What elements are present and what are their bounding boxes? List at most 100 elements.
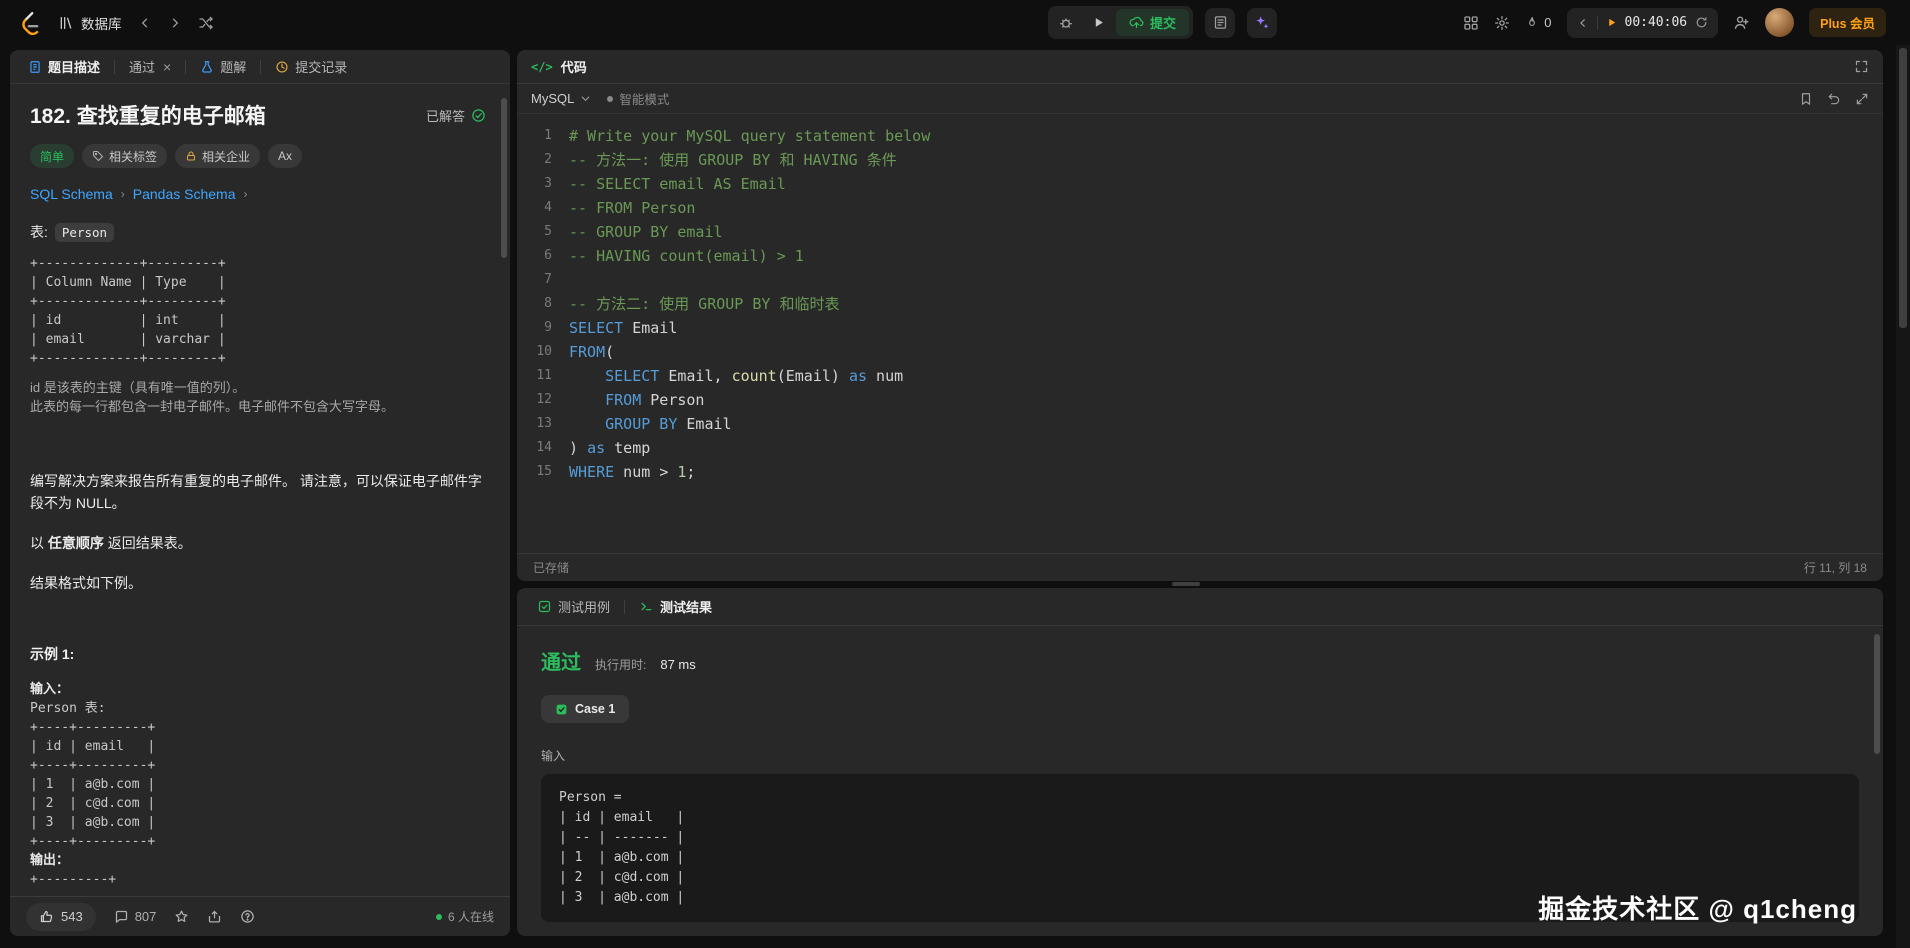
- comment-icon: [114, 909, 129, 924]
- page-scrollbar[interactable]: [1896, 0, 1910, 948]
- timer-divider: [1596, 15, 1598, 30]
- problem-scrollbar[interactable]: [501, 98, 507, 258]
- online-label: 6 人在线: [447, 910, 494, 924]
- submit-button[interactable]: 提交: [1116, 9, 1190, 36]
- code-line[interactable]: 4 -- FROM Person: [517, 196, 1883, 220]
- verdict-row: 通过 执行用时: 87 ms: [541, 646, 1859, 675]
- panel-resize-handle[interactable]: [1172, 582, 1200, 586]
- code-line[interactable]: 15 WHERE num > 1;: [517, 460, 1883, 484]
- tab-testcase[interactable]: 测试用例: [531, 597, 616, 616]
- case-1-button[interactable]: Case 1: [541, 695, 630, 723]
- invite-user-icon[interactable]: [1733, 14, 1750, 31]
- language-select[interactable]: MySQL: [531, 91, 591, 106]
- timer-widget[interactable]: 00:40:06: [1566, 7, 1719, 38]
- prev-question-icon[interactable]: [138, 16, 152, 30]
- result-panel-tabs: 测试用例 测试结果: [517, 588, 1883, 626]
- comments-button[interactable]: 807: [114, 909, 156, 924]
- plus-member-badge[interactable]: Plus 会员: [1809, 8, 1886, 37]
- code-line[interactable]: 12 FROM Person: [517, 388, 1883, 412]
- reset-code-icon[interactable]: [1827, 92, 1841, 106]
- smart-mode-toggle[interactable]: 智能模式: [607, 89, 669, 108]
- help-button[interactable]: [240, 909, 255, 924]
- gear-icon[interactable]: [1494, 15, 1510, 31]
- difficulty-badge[interactable]: 简单: [30, 144, 75, 168]
- share-icon: [207, 909, 222, 924]
- solved-status: 已解答: [426, 106, 486, 125]
- tab-description-label: 题目描述: [48, 60, 101, 75]
- tab-solution-label: 题解: [220, 60, 247, 75]
- avatar[interactable]: [1765, 8, 1795, 37]
- code-line[interactable]: 9 SELECT Email: [517, 316, 1883, 340]
- lock-icon: [185, 150, 197, 162]
- fullscreen-icon[interactable]: [1854, 59, 1869, 74]
- code-line[interactable]: 7: [517, 268, 1883, 292]
- tab-divider: [114, 59, 116, 74]
- timer-collapse-icon[interactable]: [1577, 17, 1589, 29]
- related-companies-button[interactable]: 相关企业: [175, 144, 261, 168]
- code-line[interactable]: 10 FROM(: [517, 340, 1883, 364]
- table-name-chip: Person: [54, 222, 115, 242]
- code-line[interactable]: 13 GROUP BY Email: [517, 412, 1883, 436]
- check-circle-icon: [471, 108, 486, 123]
- code-line[interactable]: 8 -- 方法二: 使用 GROUP BY 和临时表: [517, 292, 1883, 316]
- page-scrollbar-thumb[interactable]: [1899, 48, 1907, 328]
- code-line[interactable]: 6 -- HAVING count(email) > 1: [517, 244, 1883, 268]
- schema-note-1: id 是该表的主键（具有唯一值的列）。: [30, 380, 246, 395]
- online-count: 6 人在线: [435, 908, 494, 925]
- line-number: 9: [544, 320, 552, 335]
- leetcode-logo-icon[interactable]: [18, 11, 42, 35]
- flask-icon: [200, 60, 214, 74]
- problem-panel: 题目描述 通过 × 题解 提交记录 182. 查找重复的电子邮箱 已解答 简单 …: [10, 50, 510, 936]
- example-block: 输入： Person 表: +----+---------+ | id | em…: [30, 680, 486, 889]
- favorite-button[interactable]: [174, 909, 189, 924]
- pandas-schema-link[interactable]: Pandas Schema: [133, 186, 236, 202]
- tab-passed-result[interactable]: 通过 ×: [123, 57, 177, 76]
- code-lines: 1 # Write your MySQL query statement belo…: [517, 124, 1883, 484]
- code-line[interactable]: 2 -- 方法一: 使用 GROUP BY 和 HAVING 条件: [517, 148, 1883, 172]
- code-line[interactable]: 5 -- GROUP BY email: [517, 220, 1883, 244]
- timer-reset-icon[interactable]: [1695, 16, 1708, 29]
- desc2-prefix: 以: [30, 535, 48, 551]
- shuffle-icon[interactable]: [198, 15, 214, 31]
- maximize-editor-icon[interactable]: [1855, 92, 1869, 106]
- close-icon[interactable]: ×: [163, 59, 171, 75]
- desc2-suffix: 返回结果表。: [103, 535, 192, 551]
- result-scrollbar[interactable]: [1874, 634, 1880, 754]
- ai-assistant-button[interactable]: [1247, 7, 1278, 38]
- debug-button[interactable]: [1052, 10, 1080, 36]
- tab-submissions[interactable]: 提交记录: [269, 57, 353, 76]
- problem-list-button[interactable]: 数据库: [58, 13, 122, 33]
- timer-play-icon[interactable]: [1606, 17, 1617, 28]
- sql-schema-link[interactable]: SQL Schema: [30, 186, 113, 202]
- tab-test-result[interactable]: 测试结果: [633, 597, 718, 616]
- code-line[interactable]: 11 SELECT Email, count(Email) as num: [517, 364, 1883, 388]
- chevron-right-icon: ›: [243, 187, 248, 201]
- line-number: 10: [536, 344, 552, 359]
- code-panel-title: </> 代码: [531, 57, 587, 76]
- tab-solution[interactable]: 题解: [194, 57, 252, 76]
- description-paragraph-1: 编写解决方案来报告所有重复的电子邮件。 请注意，可以保证电子邮件字段不为 NUL…: [30, 473, 482, 511]
- next-question-icon[interactable]: [168, 16, 182, 30]
- code-line[interactable]: 1 # Write your MySQL query statement belo…: [517, 124, 1883, 148]
- line-number: 6: [544, 248, 552, 263]
- tab-description[interactable]: 题目描述: [22, 57, 106, 76]
- share-button[interactable]: [207, 909, 222, 924]
- code-panel: </> 代码 MySQL 智能模式 1 # Write your MySQL q…: [517, 50, 1883, 581]
- line-number: 3: [544, 176, 552, 191]
- smart-mode-label: 智能模式: [619, 93, 670, 107]
- bookmark-icon[interactable]: [1799, 92, 1813, 106]
- code-line[interactable]: 14) as temp: [517, 436, 1883, 460]
- code-editor[interactable]: 1 # Write your MySQL query statement belo…: [517, 114, 1883, 553]
- like-button[interactable]: 543: [26, 902, 96, 931]
- notes-button[interactable]: [1205, 7, 1236, 38]
- streak-counter[interactable]: 0: [1525, 15, 1552, 30]
- line-number: 11: [536, 368, 552, 383]
- run-button[interactable]: [1084, 10, 1112, 36]
- related-tags-button[interactable]: 相关标签: [82, 144, 168, 168]
- smart-mode-dot-icon: [607, 95, 614, 102]
- code-line[interactable]: 3 -- SELECT email AS Email: [517, 172, 1883, 196]
- font-size-button[interactable]: Ax: [268, 144, 303, 168]
- schema-note-2: 此表的每一行都包含一封电子邮件。电子邮件不包含大写字母。: [30, 399, 395, 414]
- layout-grid-icon[interactable]: [1463, 15, 1479, 31]
- run-group: 提交: [1048, 6, 1194, 39]
